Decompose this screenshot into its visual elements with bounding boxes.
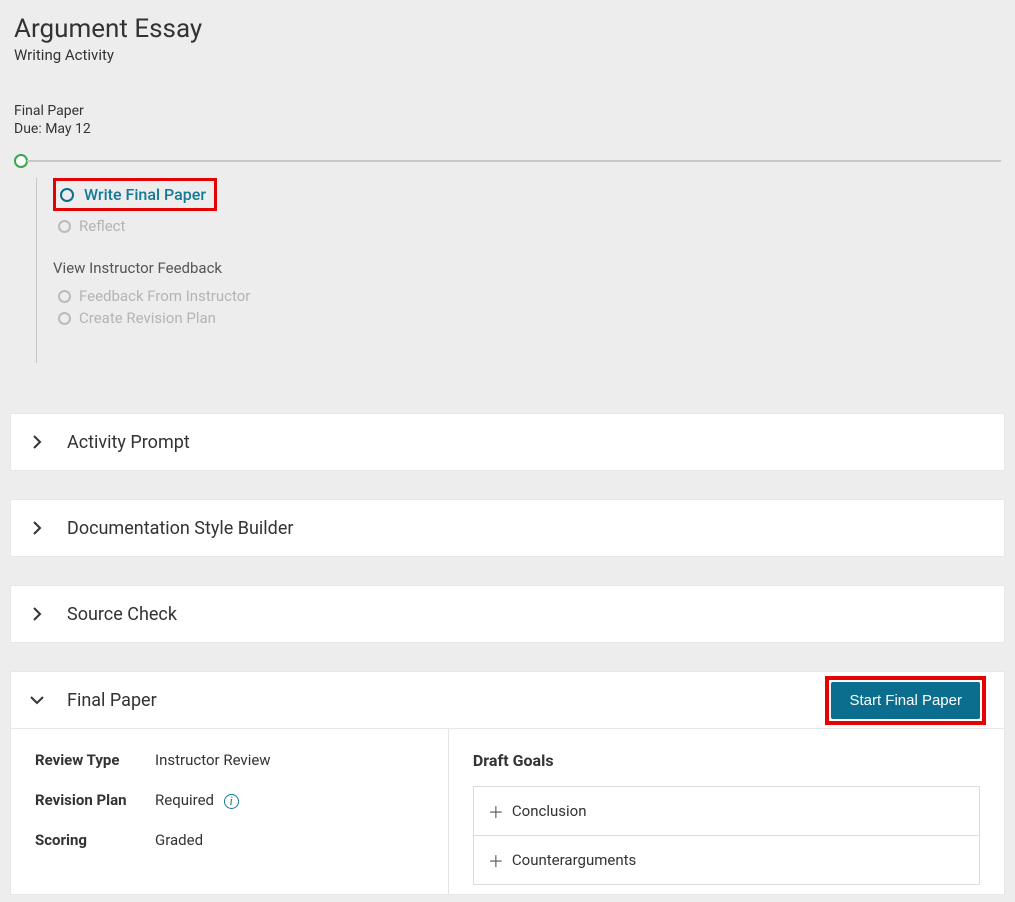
stage-label: Final Paper — [14, 102, 1001, 120]
task-list: Write Final Paper Reflect View Instructo… — [36, 178, 1001, 363]
highlight-start-button: Start Final Paper — [825, 676, 986, 725]
info-icon[interactable]: i — [224, 794, 239, 809]
task-circle-icon — [58, 290, 71, 303]
draft-goals-title: Draft Goals — [473, 751, 980, 770]
panel-title: Documentation Style Builder — [67, 518, 293, 539]
panel-doc-style-builder[interactable]: Documentation Style Builder — [10, 499, 1005, 557]
panel-title: Source Check — [67, 604, 177, 625]
panel-title: Activity Prompt — [67, 432, 190, 453]
timeline-bar — [27, 160, 1001, 162]
goal-label: Conclusion — [512, 802, 587, 820]
chevron-down-icon — [29, 692, 45, 708]
page-subtitle: Writing Activity — [14, 46, 1001, 64]
task-feedback-row: Feedback From Instructor — [53, 285, 1001, 307]
task-reflect-row: Reflect — [53, 215, 1001, 237]
revision-plan-label: Revision Plan — [35, 791, 155, 809]
review-type-value: Instructor Review — [155, 751, 271, 769]
page-title: Argument Essay — [14, 14, 1001, 44]
goal-conclusion[interactable]: ＋ Conclusion — [473, 786, 980, 836]
due-label: Due: May 12 — [14, 120, 1001, 138]
review-type-label: Review Type — [35, 751, 155, 769]
panel-source-check[interactable]: Source Check — [10, 585, 1005, 643]
chevron-right-icon — [29, 434, 45, 450]
progress-timeline — [14, 154, 1001, 168]
task-reflect: Reflect — [79, 217, 125, 235]
scoring-label: Scoring — [35, 831, 155, 849]
plus-icon: ＋ — [488, 848, 502, 872]
task-revision-plan-row: Create Revision Plan — [53, 307, 1001, 329]
final-paper-details: Review Type Instructor Review Revision P… — [10, 729, 1005, 895]
chevron-right-icon — [29, 520, 45, 536]
panel-activity-prompt[interactable]: Activity Prompt — [10, 413, 1005, 471]
task-write-final[interactable]: Write Final Paper — [84, 185, 206, 204]
task-feedback-from-instructor: Feedback From Instructor — [79, 287, 250, 305]
feedback-section-label: View Instructor Feedback — [53, 259, 1001, 277]
scoring-value: Graded — [155, 831, 203, 849]
task-circle-icon — [58, 312, 71, 325]
revision-plan-value: Required i — [155, 791, 239, 809]
task-create-revision-plan: Create Revision Plan — [79, 309, 216, 327]
task-circle-icon — [58, 220, 71, 233]
start-final-paper-button[interactable]: Start Final Paper — [831, 682, 980, 719]
highlight-write-final: Write Final Paper — [53, 178, 217, 211]
panel-final-paper[interactable]: Final Paper Start Final Paper — [10, 671, 1005, 729]
panel-title: Final Paper — [67, 690, 157, 711]
chevron-right-icon — [29, 606, 45, 622]
task-circle-icon — [60, 188, 74, 202]
plus-icon: ＋ — [488, 799, 502, 823]
goal-counterarguments[interactable]: ＋ Counterarguments — [473, 835, 980, 885]
timeline-dot-icon — [14, 154, 28, 168]
goal-label: Counterarguments — [512, 851, 636, 869]
